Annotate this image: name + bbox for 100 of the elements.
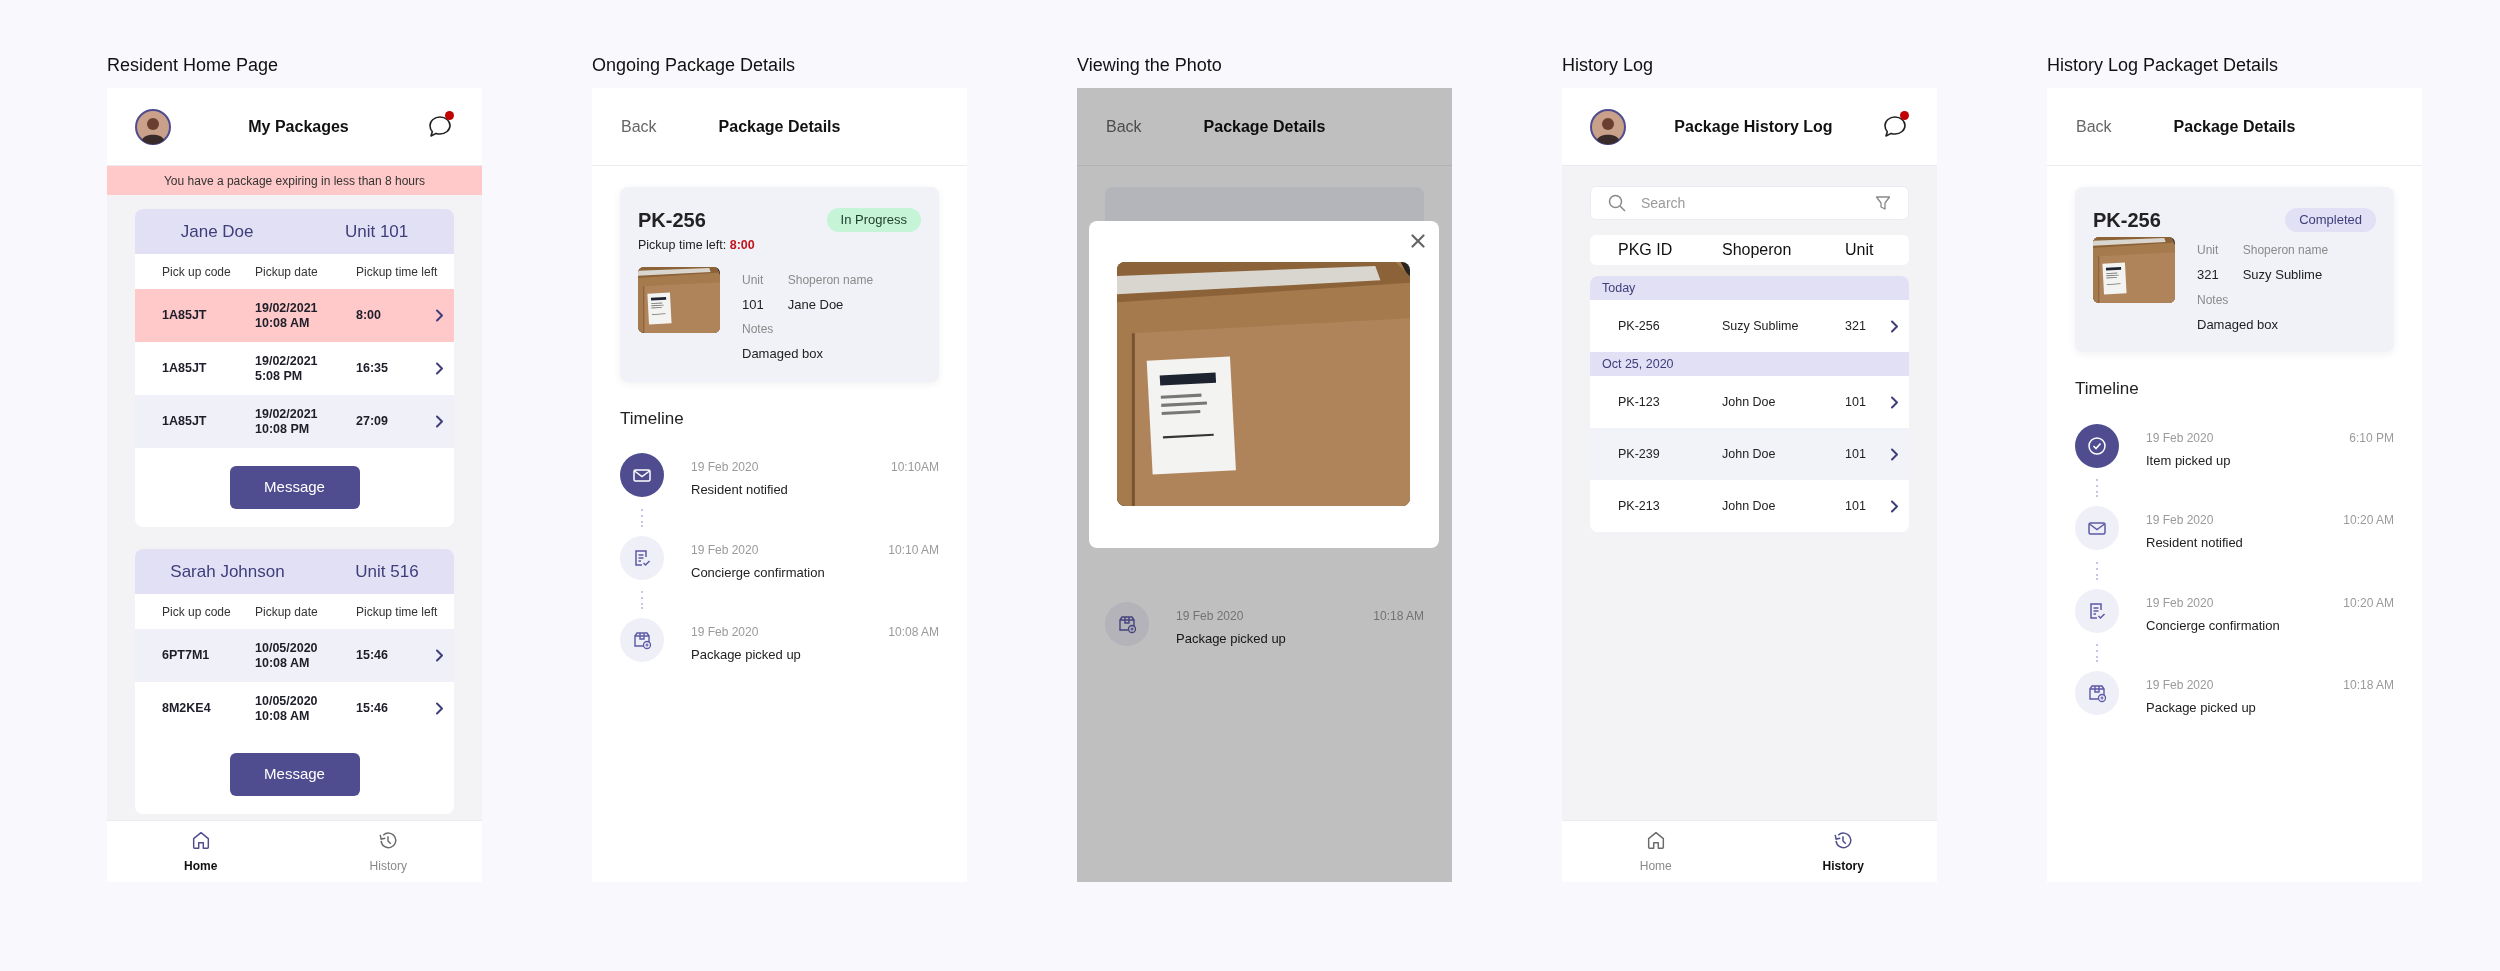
screen-title: Package Details [718,116,841,137]
field-value: Suzy Sublime [2242,266,2324,284]
package-id: PK-256 [1618,317,1661,335]
event-date: 19 Feb 2020 [691,459,759,477]
screen-caption: History Log [1562,54,1655,76]
chevron-right-icon[interactable] [435,649,444,662]
screen-title: Package Details [1203,116,1326,137]
field-label: Notes [2197,291,2230,309]
chevron-right-icon[interactable] [1890,447,1899,461]
package-id: PK-239 [1618,445,1661,463]
date-group-header: Today [1590,276,1909,300]
resident-name: Sarah Johnson [170,560,285,583]
package-id: PK-256 [638,208,706,233]
pickup-date: 19/02/2021 [255,300,319,316]
column-header: Pick up code [162,603,232,621]
field-value: Damaged box [742,345,824,364]
filter-icon[interactable] [1875,195,1891,211]
field-value: 101 [742,295,764,314]
package-row[interactable]: 1A85JT 19/02/2021 10:08 AM 8:00 [135,289,454,342]
event-title: Concierge confirmation [691,563,826,582]
event-title: Item picked up [2146,451,2232,470]
time-left: 15:46 [356,700,389,718]
avatar[interactable] [135,108,171,145]
event-title: Package picked up [2146,699,2257,717]
event-date: 19 Feb 2020 [691,541,759,559]
alert-banner: You have a package expiring in less than 8 hours [107,166,482,195]
column-header: Pickup date [255,603,319,621]
chevron-right-icon[interactable] [435,702,444,715]
event-date: 19 Feb 2020 [2146,429,2214,447]
screen-caption: Ongoing Package Details [592,54,797,76]
event-title: Resident notified [691,481,789,500]
screen-title: Package History Log [1674,116,1833,137]
shoperon-name: Suzy Sublime [1722,317,1800,335]
field-value: Damaged box [2197,315,2279,334]
chevron-right-icon[interactable] [1890,395,1899,409]
shoperon-name: John Doe [1722,445,1777,463]
screen-caption: Resident Home Page [107,54,280,76]
event-title: Package picked up [691,646,802,665]
field-label: Shoperon name [2242,242,2329,259]
unit-number: 101 [1845,393,1867,411]
pickup-code: 6PT7M1 [162,647,211,665]
event-time: 10:20 AM [2343,594,2394,612]
event-date: 19 Feb 2020 [2146,512,2214,529]
dotted-connector [2096,561,2098,580]
history-tab[interactable]: History [348,828,429,875]
pickup-time: 10:08 AM [255,708,311,724]
package-row[interactable]: 6PT7M1 10/05/2020 10:08 AM 15:46 [135,629,454,682]
event-date: 19 Feb 2020 [2146,677,2214,694]
status-badge: Completed [2285,208,2376,232]
back-link[interactable]: Back [2076,114,2112,139]
field-value: Jane Doe [787,295,845,314]
field-value: 321 [2197,266,2219,284]
package-id: PK-213 [1618,497,1661,515]
history-tab[interactable]: History [1803,828,1884,875]
dotted-connector [2096,479,2098,497]
section-title: Timeline [620,407,685,430]
back-link[interactable]: Back [1106,114,1142,139]
chevron-right-icon[interactable] [435,362,444,375]
section-title: Timeline [2075,378,2140,400]
pickup-date: 19/02/2021 [255,406,319,422]
column-header: Shoperon [1722,240,1793,260]
chevron-right-icon[interactable] [435,415,444,428]
home-tab[interactable]: Home [1615,828,1696,875]
screen-caption: Viewing the Photo [1077,54,1223,76]
package-id: PK-256 [2093,208,2161,233]
event-title: Concierge confirmation [2146,616,2281,635]
resident-name: Jane Doe [180,220,254,243]
time-left: 16:35 [356,360,389,378]
column-header: Unit [1845,240,1875,260]
shoperon-name: John Doe [1722,497,1777,515]
package-row[interactable]: 1A85JT 19/02/2021 10:08 PM 27:09 [135,395,454,448]
shoperon-name: John Doe [1722,393,1777,411]
message-button[interactable]: Message [229,466,360,509]
chevron-right-icon[interactable] [1890,319,1899,333]
field-label: Unit [2197,242,2219,259]
screen-caption: History Log Packaget Details [2047,54,2280,76]
time-left: 15:46 [356,647,389,665]
back-link[interactable]: Back [621,114,657,139]
unit-number: 321 [1845,317,1867,335]
column-header: Pickup date [255,263,319,281]
close-icon[interactable] [1411,234,1425,248]
status-badge: In Progress [826,208,921,232]
avatar[interactable] [1590,108,1626,145]
home-tab[interactable]: Home [160,828,241,875]
dotted-connector [641,591,643,610]
message-button[interactable]: Message [229,753,360,796]
event-title: Package picked up [1176,630,1287,648]
history-row[interactable]: PK-239 John Doe 101 [1590,428,1909,480]
event-time: 6:10 PM [2349,429,2394,447]
column-header: Pick up code [162,263,232,281]
chevron-right-icon[interactable] [1890,499,1899,513]
search-field[interactable]: Search [1590,186,1909,220]
unit-number: Unit 101 [344,220,409,243]
chevron-right-icon[interactable] [435,309,444,322]
pickup-date: 10/05/2020 [255,693,319,709]
pickup-code: 8M2KE4 [162,700,212,718]
unit-number: 101 [1845,445,1867,463]
column-header: Pickup time left [356,263,439,281]
pickup-code: 1A85JT [162,413,208,431]
screen-title: My Packages [248,116,349,137]
